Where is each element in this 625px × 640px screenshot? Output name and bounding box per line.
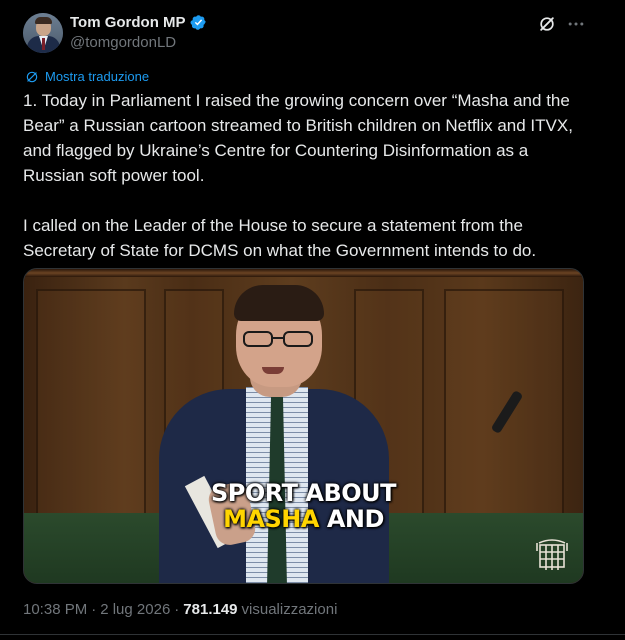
video-caption: SPORT ABOUT MASHA AND — [24, 480, 583, 532]
meta-separator: · — [91, 601, 97, 618]
meta-separator: · — [174, 601, 180, 618]
tweet-paragraph-2: I called on the Leader of the House to s… — [23, 216, 537, 260]
translate-link[interactable]: Mostra traduzione — [25, 69, 149, 84]
views-label: visualizzazioni — [241, 601, 338, 618]
author-handle[interactable]: @tomgordonLD — [70, 34, 176, 51]
more-icon[interactable] — [566, 14, 586, 34]
tweet-paragraph-1: 1. Today in Parliament I raised the grow… — [23, 91, 573, 185]
caption-highlight: MASHA — [223, 505, 319, 533]
tweet-time[interactable]: 10:38 PM — [23, 601, 87, 618]
translate-label: Mostra traduzione — [45, 69, 150, 84]
author-avatar[interactable] — [23, 13, 63, 53]
caption-line-2-rest: AND — [326, 505, 385, 533]
tweet-meta: 10:38 PM · 2 lug 2026 · 781.149 visualiz… — [23, 601, 337, 618]
grok-icon[interactable] — [537, 14, 557, 34]
tweet: Tom Gordon MP @tomgordonLD Mostra traduz… — [0, 0, 625, 640]
author-display-name[interactable]: Tom Gordon MP — [70, 14, 186, 31]
divider — [0, 634, 625, 635]
views-count: 781.149 — [183, 601, 238, 618]
tweet-text: 1. Today in Parliament I raised the grow… — [23, 88, 593, 263]
caption-line-1: SPORT ABOUT — [210, 479, 397, 507]
translate-icon — [26, 71, 38, 82]
verified-badge-icon — [190, 15, 206, 30]
portcullis-icon — [536, 539, 568, 570]
tweet-date[interactable]: 2 lug 2026 — [100, 601, 170, 618]
video-media[interactable]: SPORT ABOUT MASHA AND — [23, 268, 584, 584]
author-name-row: Tom Gordon MP — [70, 14, 207, 31]
